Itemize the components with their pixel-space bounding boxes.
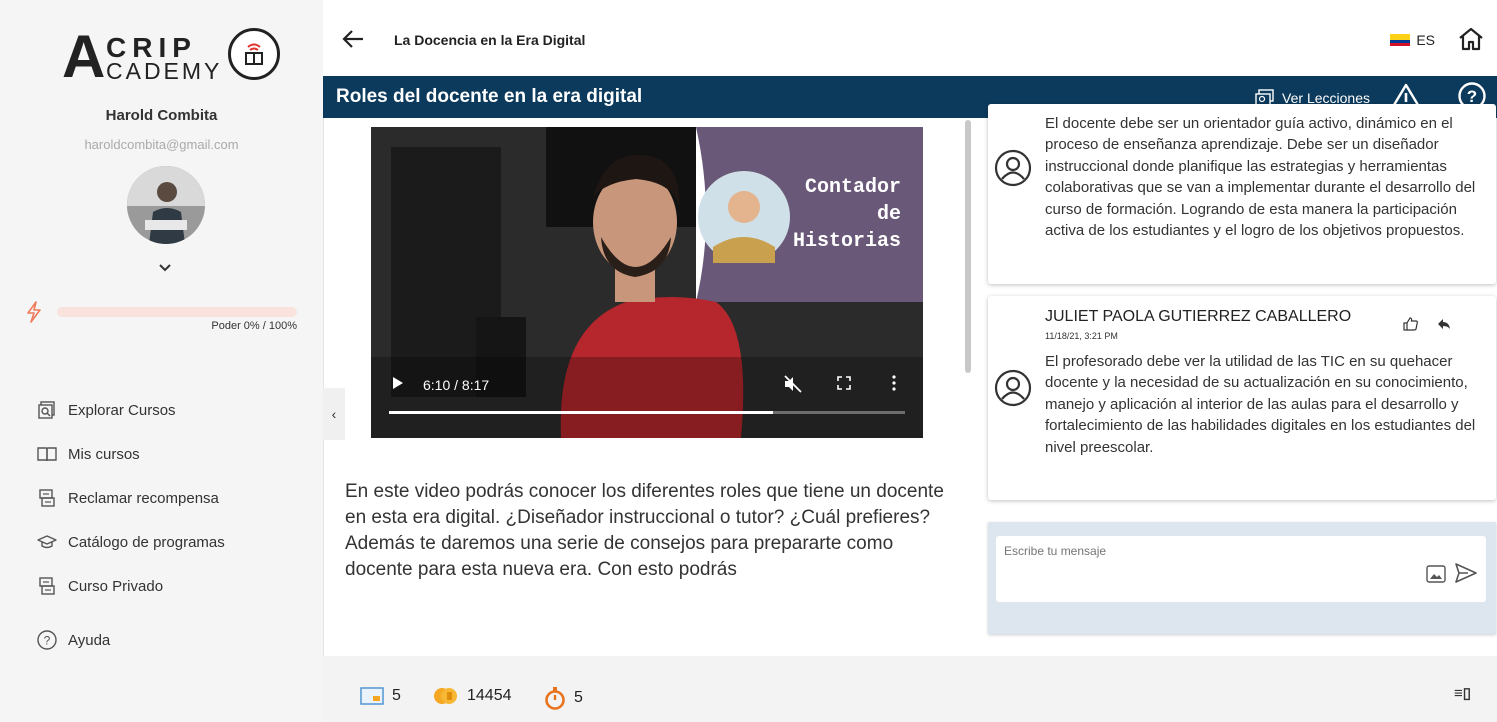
reply-icon[interactable] <box>1437 317 1451 335</box>
lesson-description: En este video podrás conocer los diferen… <box>345 481 944 580</box>
video-progress-bar[interactable] <box>389 411 905 414</box>
video-time: 6:10 / 8:17 <box>423 377 490 393</box>
avatar[interactable] <box>127 166 205 244</box>
comment-text: El profesorado debe ver la utilidad de l… <box>1045 353 1476 456</box>
thumbs-up-icon[interactable] <box>1403 316 1419 337</box>
logo-book-wifi-icon <box>228 28 280 80</box>
play-icon[interactable] <box>391 375 405 396</box>
timer-count: 5 <box>574 689 583 706</box>
comment-date: 11/18/21, 3:21 PM <box>1045 331 1118 341</box>
back-arrow-icon[interactable] <box>341 27 367 56</box>
sidebar-item-label: Reclamar recompensa <box>68 489 219 507</box>
lesson-slide-icon <box>360 687 384 705</box>
image-attach-icon[interactable] <box>1426 565 1446 588</box>
video-overlay-title-1: Contador <box>805 176 901 199</box>
lessons-stat: 5 <box>360 686 401 706</box>
sidebar-item-reclamar-recompensa[interactable]: Reclamar recompensa <box>36 486 306 510</box>
svg-text:?: ? <box>44 634 51 648</box>
book-icon <box>37 447 57 462</box>
colombia-flag-icon <box>1390 34 1411 46</box>
video-overlay-title-2: de <box>877 203 901 226</box>
video-progress-fill <box>389 411 773 414</box>
video-player[interactable]: Contador de Historias 6:10 / 8:17 <box>371 127 923 438</box>
sidebar-item-catalogo-programas[interactable]: Catálogo de programas <box>36 530 306 554</box>
timer-stat: 5 <box>544 686 583 710</box>
message-input[interactable] <box>996 536 1486 602</box>
power-progress-bar <box>57 307 297 317</box>
sidebar-item-label: Catálogo de programas <box>68 533 225 551</box>
help-circle-icon: ? <box>37 630 57 650</box>
coins-count: 14454 <box>467 687 512 704</box>
sidebar-item-label: Ayuda <box>68 631 111 649</box>
send-icon[interactable] <box>1454 562 1478 589</box>
logo-letter: A <box>62 23 106 90</box>
lessons-count: 5 <box>392 687 401 704</box>
sidebar-item-label: Explorar Cursos <box>68 401 176 419</box>
mute-icon[interactable] <box>783 375 803 398</box>
sidebar: A CRIP CADEMY Harold Combita haroldcombi… <box>0 0 324 722</box>
top-header: La Docencia en la Era Digital ES <box>323 0 1497 76</box>
comment-text: El docente debe ser un orientador guía a… <box>1045 115 1476 240</box>
home-icon[interactable] <box>1457 26 1485 57</box>
power-label: Poder 0% / 100% <box>211 320 297 332</box>
lesson-title: Roles del docente en la era digital <box>336 86 643 107</box>
comment-author: JULIET PAOLA GUTIERREZ CABALLERO <box>1045 308 1352 325</box>
sidebar-collapse-toggle[interactable]: ‹ <box>323 388 345 440</box>
list-view-icon[interactable]: ≡▯ <box>1454 684 1471 702</box>
sidebar-item-curso-privado[interactable]: Curso Privado <box>36 574 306 598</box>
content-scrollbar[interactable] <box>965 120 971 373</box>
sidebar-item-label: Curso Privado <box>68 577 164 595</box>
user-name: Harold Combita <box>105 107 218 124</box>
lightning-icon <box>25 301 43 328</box>
coin-stack-icon <box>434 688 457 704</box>
acrip-academy-logo[interactable]: A CRIP CADEMY <box>62 23 280 92</box>
user-avatar-icon <box>993 148 1033 193</box>
video-overlay-title-3: Historias <box>793 230 901 253</box>
explore-courses-icon <box>38 401 55 419</box>
language-code: ES <box>1416 32 1435 48</box>
comment-card: JULIET PAOLA GUTIERREZ CABALLERO 11/18/2… <box>988 296 1496 500</box>
footer-stats: 5 14454 5 ≡▯ <box>323 656 1497 722</box>
avatar-section <box>0 158 323 244</box>
coins-stat: 14454 <box>433 686 512 706</box>
sidebar-item-explorar-cursos[interactable]: Explorar Cursos <box>36 398 306 422</box>
stopwatch-icon <box>545 687 565 710</box>
reward-icon <box>39 489 55 507</box>
sidebar-item-label: Mis cursos <box>68 445 140 463</box>
fullscreen-icon[interactable] <box>836 375 852 396</box>
language-selector[interactable]: ES <box>1390 32 1435 48</box>
course-title: La Docencia en la Era Digital <box>394 32 586 48</box>
chevron-down-icon[interactable] <box>155 258 175 278</box>
graduation-cap-icon <box>37 535 57 549</box>
logo-bottom-text: CADEMY <box>106 58 223 84</box>
chat-compose <box>988 522 1496 634</box>
comment-card: El docente debe ser un orientador guía a… <box>988 104 1496 284</box>
sidebar-item-mis-cursos[interactable]: Mis cursos <box>36 442 306 466</box>
sidebar-item-ayuda[interactable]: ? Ayuda <box>36 628 306 652</box>
user-avatar-icon <box>993 368 1033 413</box>
user-email: haroldcombita@gmail.com <box>84 137 239 152</box>
private-course-icon <box>39 577 55 595</box>
more-options-icon[interactable] <box>891 375 897 396</box>
